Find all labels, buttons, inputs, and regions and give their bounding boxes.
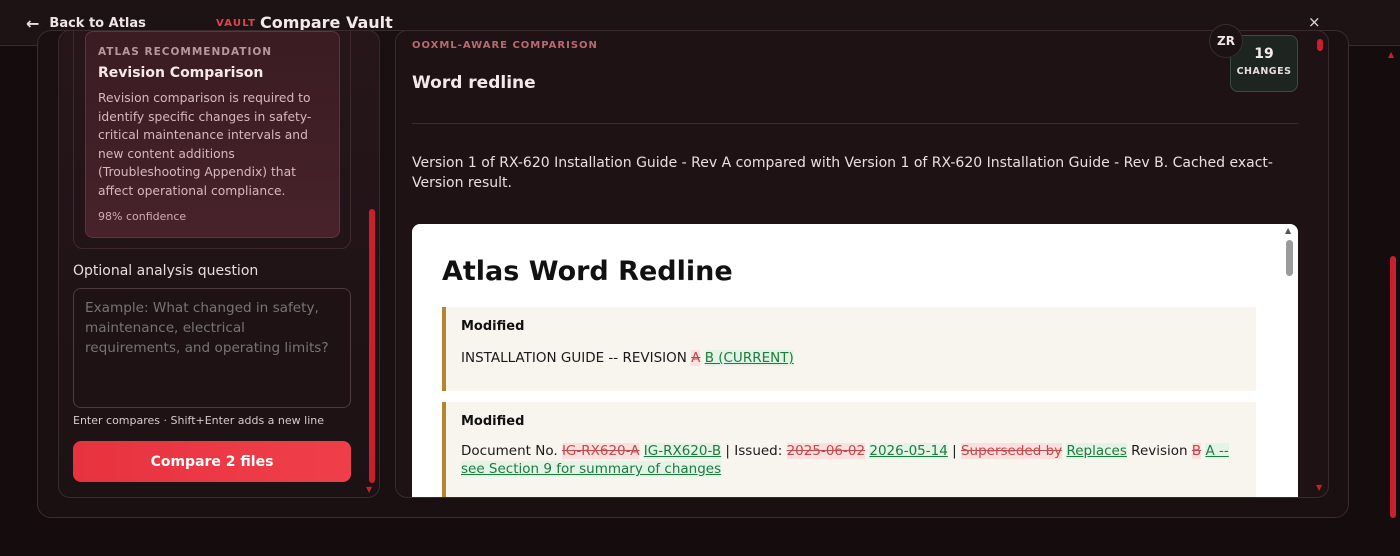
change-type: Modified [461, 319, 525, 334]
result-scrollbar[interactable] [1317, 39, 1323, 51]
inserted-text: B (CURRENT) [704, 350, 794, 366]
deleted-text: 2025-06-02 [786, 443, 866, 459]
question-hint: Enter compares · Shift+Enter adds a new … [73, 414, 325, 427]
deleted-text: B [1191, 443, 1202, 459]
recommendation-body: Revision comparison is required to ident… [98, 91, 312, 198]
scroll-up-icon[interactable]: ▲ [1285, 226, 1291, 235]
change-block: Modified Document No. IG-RX620-A IG-RX62… [442, 402, 1256, 497]
inserted-text: Replaces [1066, 443, 1127, 459]
left-scrollbar[interactable] [369, 209, 375, 483]
recommendation-label: ATLAS RECOMMENDATION [98, 46, 273, 58]
analysis-question-input[interactable] [73, 288, 351, 408]
result-panel: OOXML-AWARE COMPARISON Word redline 19 C… [395, 30, 1329, 498]
unchanged-text: | Issued: [721, 443, 787, 459]
document-scrollbar[interactable] [1286, 240, 1293, 276]
inserted-text: 2026-05-14 [869, 443, 948, 459]
close-icon[interactable]: × [1308, 13, 1321, 31]
unchanged-text: Revision [1126, 443, 1192, 459]
deleted-text: IG-RX620-A [561, 443, 640, 459]
redline-document: Atlas Word Redline Modified INSTALLATION… [412, 224, 1298, 497]
document-title: Atlas Word Redline [442, 256, 733, 287]
scroll-down-icon[interactable]: ▼ [366, 485, 372, 494]
inserted-text: IG-RX620-B [643, 443, 722, 459]
scroll-down-icon[interactable]: ▼ [1316, 483, 1322, 492]
window-scrollbar[interactable] [1390, 256, 1396, 518]
unchanged-text: Document No. [461, 443, 562, 459]
recommendation-confidence: 98% confidence [98, 210, 187, 223]
change-text: INSTALLATION GUIDE -- REVISION A B (CURR… [461, 349, 1241, 367]
back-label: Back to Atlas [49, 16, 146, 31]
result-summary: Version 1 of RX-620 Installation Guide -… [412, 155, 1273, 191]
change-block: Modified INSTALLATION GUIDE -- REVISION … [442, 307, 1256, 391]
result-title: Word redline [412, 73, 536, 93]
change-text: Document No. IG-RX620-A IG-RX620-B | Iss… [461, 442, 1241, 478]
deleted-text: A [691, 350, 701, 366]
scroll-up-icon[interactable]: ▲ [1388, 50, 1394, 59]
compare-button[interactable]: Compare 2 files [73, 441, 351, 482]
question-label: Optional analysis question [73, 263, 259, 279]
unchanged-text: | [947, 443, 961, 459]
change-type: Modified [461, 414, 525, 429]
arrow-left-icon: ← [26, 14, 40, 33]
left-panel: ATLAS RECOMMENDATION Revision Comparison… [58, 30, 380, 498]
result-kicker: OOXML-AWARE COMPARISON [412, 40, 598, 51]
deleted-text: Superseded by [960, 443, 1063, 459]
recommendation-title: Revision Comparison [98, 65, 264, 81]
avatar[interactable]: ZR [1209, 24, 1243, 58]
vault-tag: VAULT [216, 18, 257, 29]
recommendation-card: ATLAS RECOMMENDATION Revision Comparison… [85, 31, 340, 238]
divider [412, 123, 1298, 124]
changes-label: CHANGES [1236, 66, 1292, 77]
unchanged-text: INSTALLATION GUIDE -- REVISION [461, 350, 692, 366]
